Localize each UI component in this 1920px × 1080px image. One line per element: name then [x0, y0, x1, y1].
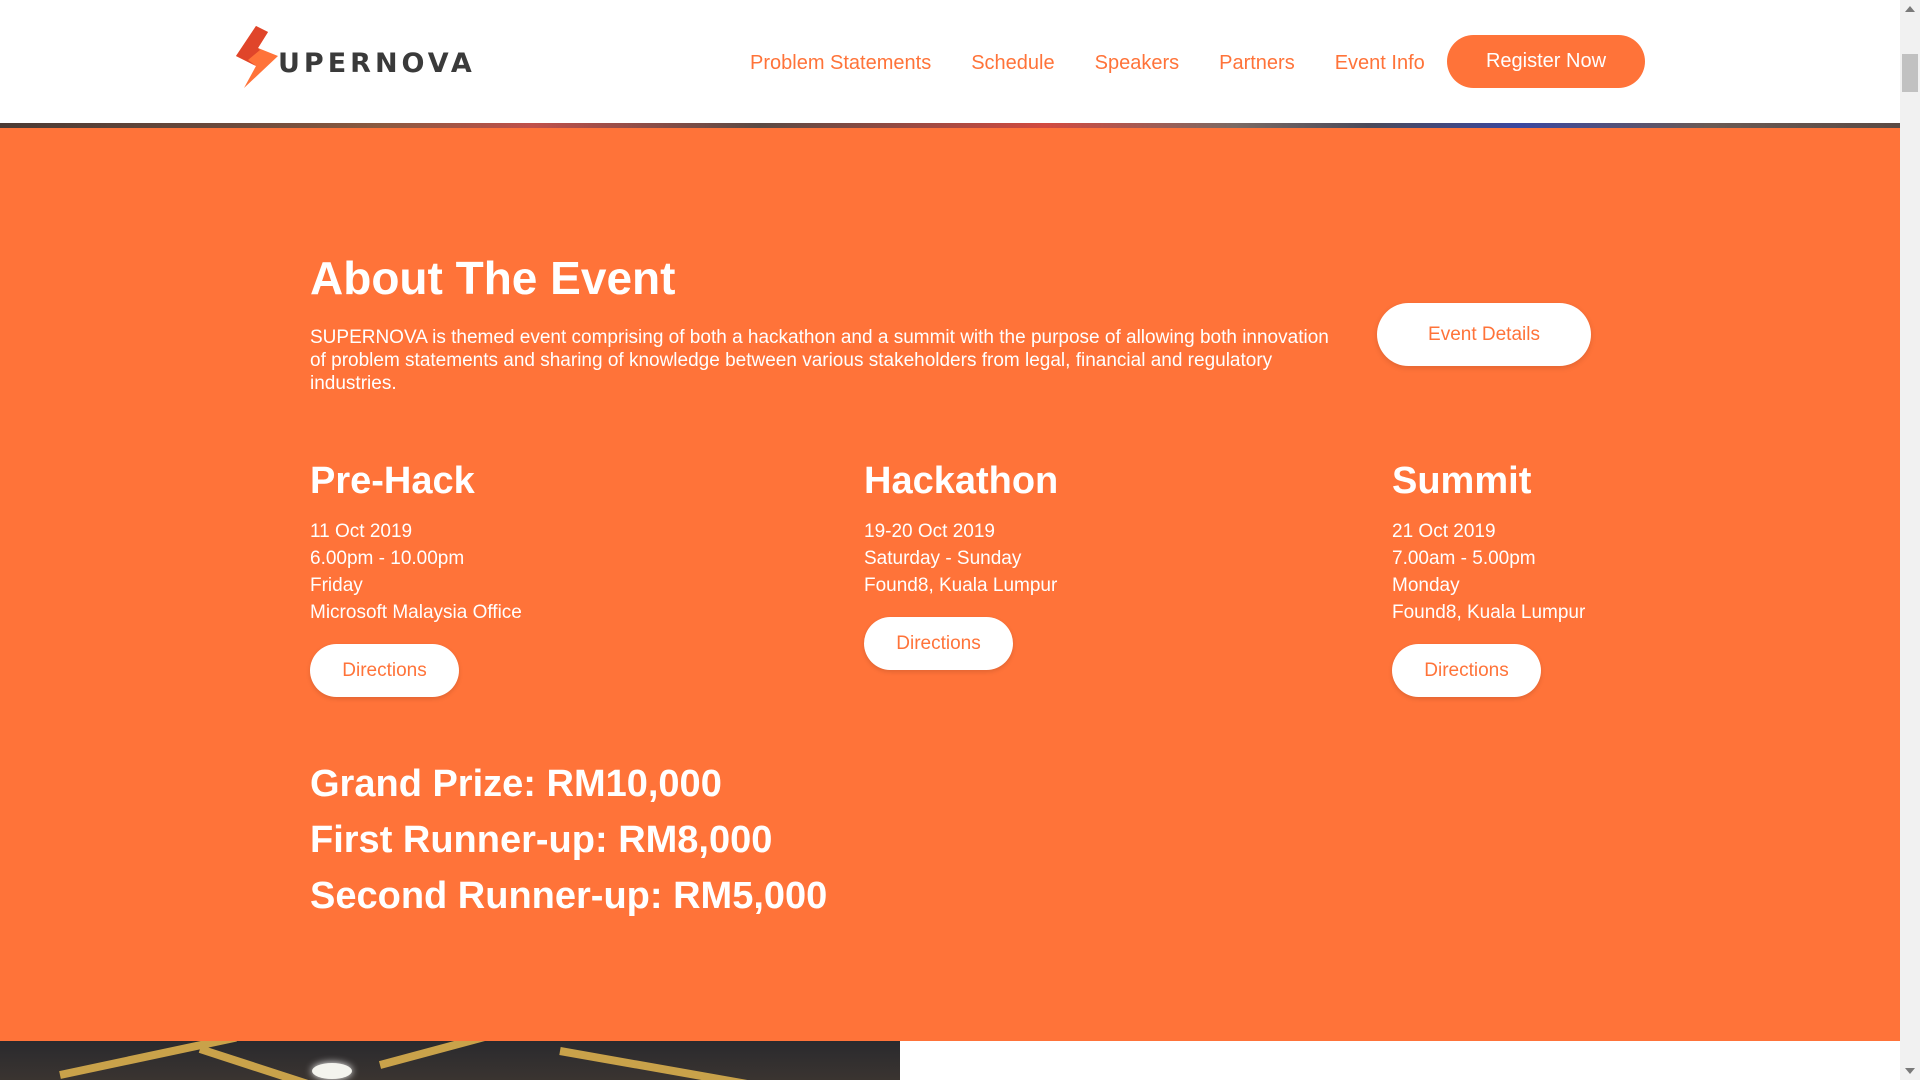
ceiling-beam: [559, 1047, 758, 1080]
second-runner-up-prize: Second Runner-up: RM5,000: [310, 875, 828, 917]
main-nav: Problem Statements Schedule Speakers Par…: [750, 50, 1465, 76]
pre-hack-day: Friday: [310, 575, 363, 596]
summit-directions-button[interactable]: Directions: [1392, 644, 1541, 697]
ceiling-beam: [378, 1041, 536, 1069]
summit-column: Summit 21 Oct 2019 7.00am - 5.00pm Monda…: [1392, 458, 1585, 697]
hackathon-title: Hackathon: [864, 460, 1059, 502]
section-title: About The Event: [310, 252, 676, 304]
nav-link-problem-statements[interactable]: Problem Statements: [750, 50, 931, 76]
event-details-button[interactable]: Event Details: [1377, 303, 1591, 366]
summit-time: 7.00am - 5.00pm: [1392, 548, 1536, 569]
logo-wordmark: UPERNOVA: [278, 47, 476, 79]
summit-details: 21 Oct 2019 7.00am - 5.00pm Monday Found…: [1392, 518, 1585, 626]
pre-hack-directions-button[interactable]: Directions: [310, 644, 459, 697]
hackathon-column: Hackathon 19-20 Oct 2019 Saturday - Sund…: [864, 458, 1058, 670]
hackathon-days: Saturday - Sunday: [864, 548, 1022, 569]
scroll-down-arrow-icon[interactable]: [1905, 1068, 1915, 1074]
venue-photo: [0, 1041, 900, 1080]
prize-list: Grand Prize: RM10,000 First Runner-up: R…: [310, 756, 827, 924]
pre-hack-title: Pre-Hack: [310, 460, 475, 502]
hackathon-venue: Found8, Kuala Lumpur: [864, 575, 1058, 596]
site-header: UPERNOVA Problem Statements Schedule Spe…: [0, 0, 1900, 123]
ceiling-beam: [59, 1041, 237, 1079]
about-event-section: About The Event SUPERNOVA is themed even…: [0, 128, 1900, 1041]
pre-hack-date: 11 Oct 2019: [310, 521, 413, 542]
hackathon-date: 19-20 Oct 2019: [864, 521, 995, 542]
summit-day: Monday: [1392, 575, 1460, 596]
supernova-logo[interactable]: UPERNOVA: [234, 26, 476, 88]
hackathon-directions-button[interactable]: Directions: [864, 617, 1013, 670]
bottom-white-panel: [900, 1041, 1900, 1080]
nav-link-schedule[interactable]: Schedule: [971, 50, 1054, 76]
hackathon-details: 19-20 Oct 2019 Saturday - Sunday Found8,…: [864, 518, 1058, 599]
first-runner-up-prize: First Runner-up: RM8,000: [310, 819, 773, 861]
summit-venue: Found8, Kuala Lumpur: [1392, 602, 1586, 623]
pre-hack-time: 6.00pm - 10.00pm: [310, 548, 465, 569]
nav-link-partners[interactable]: Partners: [1219, 50, 1295, 76]
ceiling-lamp: [312, 1063, 352, 1079]
supernova-s-bolt-icon: [236, 26, 278, 88]
pre-hack-column: Pre-Hack 11 Oct 2019 6.00pm - 10.00pm Fr…: [310, 458, 522, 697]
nav-link-event-info[interactable]: Event Info: [1335, 50, 1425, 76]
scrollbar-thumb[interactable]: [1902, 54, 1918, 92]
pre-hack-details: 11 Oct 2019 6.00pm - 10.00pm Friday Micr…: [310, 518, 522, 626]
vertical-scrollbar[interactable]: [1900, 0, 1920, 1080]
event-description: SUPERNOVA is themed event comprising of …: [310, 327, 1329, 394]
summit-date: 21 Oct 2019: [1392, 521, 1496, 542]
pre-hack-venue: Microsoft Malaysia Office: [310, 602, 522, 623]
summit-title: Summit: [1392, 460, 1532, 502]
scroll-up-arrow-icon[interactable]: [1905, 6, 1915, 12]
register-now-button[interactable]: Register Now: [1447, 35, 1645, 88]
grand-prize: Grand Prize: RM10,000: [310, 763, 722, 805]
nav-link-speakers[interactable]: Speakers: [1095, 50, 1180, 76]
